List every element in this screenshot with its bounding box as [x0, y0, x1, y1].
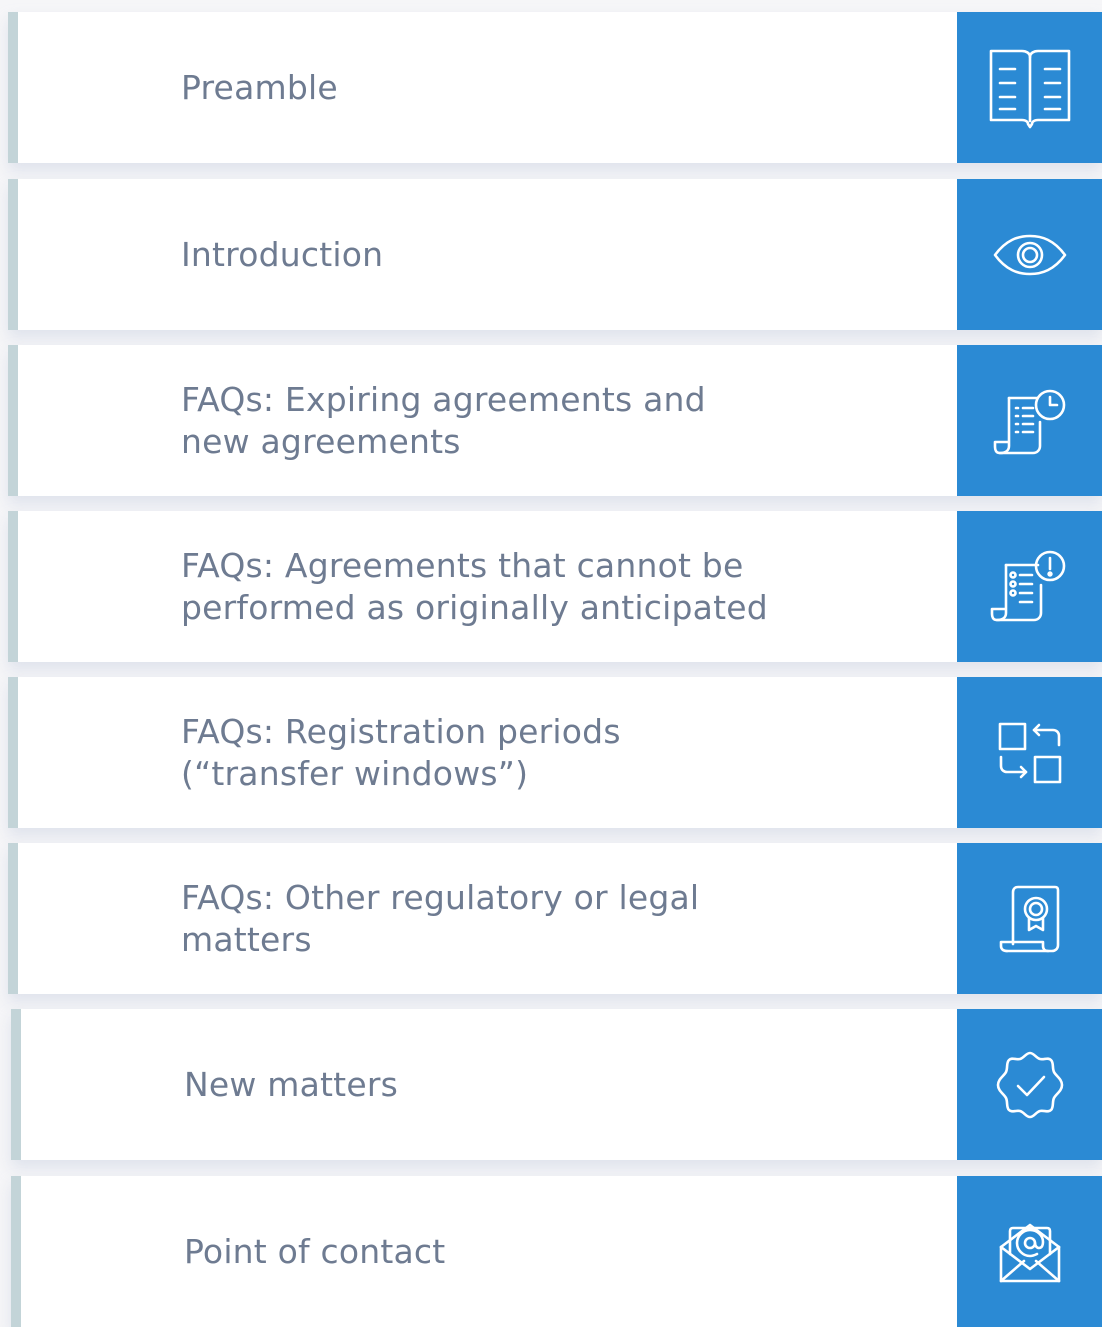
menu-item-label: FAQs: Registration periods (“transfer wi…	[181, 711, 621, 793]
menu-item-other-regulatory[interactable]: FAQs: Other regulatory or legal matters	[8, 843, 1102, 994]
open-book-icon	[989, 49, 1070, 128]
menu-item-agreements-not-performed[interactable]: FAQs: Agreements that cannot be performe…	[8, 511, 1102, 662]
menu-item-icon-panel	[957, 511, 1102, 662]
menu-item-label: FAQs: Expiring agreements and new agreem…	[181, 379, 706, 461]
menu-item-icon-panel	[957, 12, 1102, 163]
menu-item-registration-periods[interactable]: FAQs: Registration periods (“transfer wi…	[8, 677, 1102, 828]
menu-item-icon-panel	[957, 345, 1102, 496]
menu-item-icon-panel	[957, 179, 1102, 330]
menu-item-label: Point of contact	[184, 1231, 446, 1271]
menu-item-introduction[interactable]: Introduction	[8, 179, 1102, 330]
email-envelope-icon	[999, 1223, 1060, 1282]
menu-item-label: FAQs: Other regulatory or legal matters	[181, 877, 700, 959]
document-clock-icon	[993, 389, 1065, 454]
menu-item-label: Preamble	[181, 67, 338, 107]
document-alert-icon	[990, 550, 1065, 621]
menu-item-icon-panel	[957, 1009, 1102, 1160]
eye-icon	[993, 234, 1066, 275]
certificate-icon	[999, 885, 1059, 952]
menu-item-icon-panel	[957, 677, 1102, 828]
verified-badge-icon	[996, 1051, 1063, 1118]
menu-item-preamble[interactable]: Preamble	[8, 12, 1102, 163]
menu-item-label: FAQs: Agreements that cannot be performe…	[181, 545, 768, 627]
menu-item-label: Introduction	[181, 234, 384, 274]
menu-item-icon-panel	[957, 1176, 1102, 1327]
menu-item-expiring-agreements[interactable]: FAQs: Expiring agreements and new agreem…	[8, 345, 1102, 496]
menu-item-icon-panel	[957, 843, 1102, 994]
transfer-arrows-icon	[998, 722, 1061, 783]
menu-item-new-matters[interactable]: New matters	[11, 1009, 1102, 1160]
menu-item-point-of-contact[interactable]: Point of contact	[11, 1176, 1102, 1327]
menu-item-label: New matters	[184, 1064, 398, 1104]
section-menu: Preamble Introduction FAQs: Expiring agr…	[0, 0, 1102, 1327]
